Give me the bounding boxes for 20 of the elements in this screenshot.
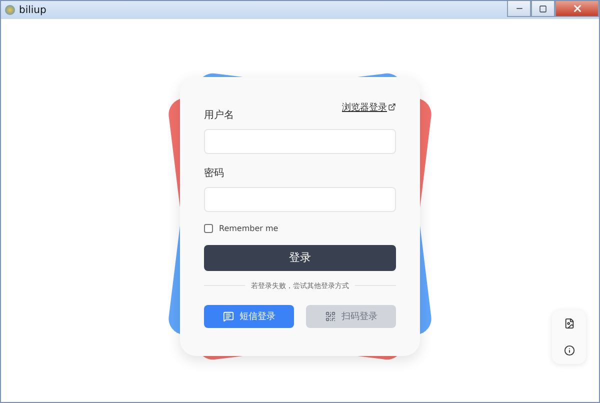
info-icon[interactable]	[564, 345, 574, 356]
app-icon	[5, 5, 15, 15]
maximize-button[interactable]	[531, 1, 555, 17]
image-file-icon[interactable]	[564, 318, 574, 329]
qr-code-icon	[324, 310, 336, 322]
close-button[interactable]	[555, 1, 599, 17]
field-label: 密码	[204, 166, 225, 180]
login-button[interactable]: 登录	[204, 244, 396, 270]
checkbox-label: Remember me	[219, 224, 278, 232]
external-link-icon	[388, 103, 396, 111]
field-label: 用户名	[204, 108, 235, 122]
browser-login-link[interactable]: 浏览器登录	[342, 100, 396, 114]
maximize-icon	[539, 4, 547, 12]
input-field[interactable]	[204, 128, 396, 154]
remember-checkbox[interactable]	[204, 224, 213, 232]
input-field[interactable]	[204, 186, 396, 212]
window-title: biliup	[19, 4, 46, 16]
close-icon	[572, 3, 582, 14]
chat-icon	[222, 310, 234, 322]
sms-login-button[interactable]: 短信登录	[204, 304, 294, 328]
